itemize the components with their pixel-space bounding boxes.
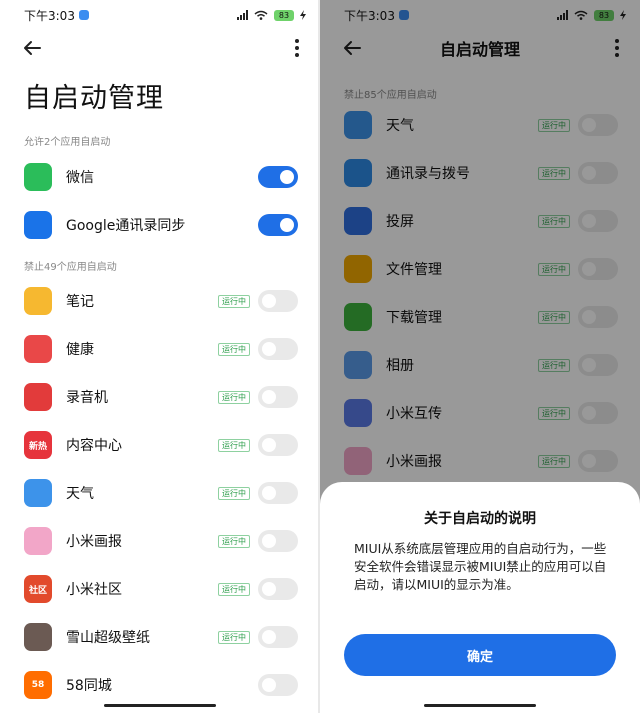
- mi-community-icon: 社区: [24, 575, 52, 603]
- running-badge: 运行中: [218, 534, 250, 548]
- health-icon: [24, 335, 52, 363]
- top-bar: [0, 32, 320, 64]
- app-label: 小米画报: [66, 534, 122, 550]
- app-row[interactable]: 社区 小米社区 运行中: [0, 565, 320, 613]
- app-row[interactable]: 健康 运行中: [0, 325, 320, 373]
- home-indicator[interactable]: [104, 704, 216, 707]
- running-badge: 运行中: [218, 630, 250, 644]
- toggle-knob: [280, 170, 294, 184]
- toggle-knob: [262, 390, 276, 404]
- app-label: Google通讯录同步: [66, 218, 186, 234]
- autostart-toggle[interactable]: [258, 214, 298, 236]
- app-row[interactable]: 天气 运行中: [0, 469, 320, 517]
- toggle-knob: [280, 218, 294, 232]
- wifi-icon: [254, 10, 268, 20]
- app-row[interactable]: 微信: [0, 153, 320, 201]
- app-label: 内容中心: [66, 438, 122, 454]
- app-label: 天气: [66, 486, 94, 502]
- battery-icon: 83: [274, 9, 294, 21]
- autostart-toggle[interactable]: [258, 338, 298, 360]
- app-label: 笔记: [66, 294, 94, 310]
- autostart-toggle[interactable]: [258, 674, 298, 696]
- autostart-toggle[interactable]: [258, 434, 298, 456]
- app-row[interactable]: Google通讯录同步: [0, 201, 320, 249]
- allowed-section-header: 允许2个应用自启动: [24, 137, 111, 148]
- status-bar: 下午3:03 83: [0, 0, 320, 30]
- status-time: 下午3:03: [24, 8, 75, 23]
- home-indicator[interactable]: [424, 704, 536, 707]
- toggle-knob: [262, 438, 276, 452]
- toggle-knob: [262, 534, 276, 548]
- toggle-knob: [262, 486, 276, 500]
- autostart-toggle[interactable]: [258, 578, 298, 600]
- toggle-knob: [262, 630, 276, 644]
- running-badge: 运行中: [218, 342, 250, 356]
- wechat-icon: [24, 163, 52, 191]
- autostart-toggle[interactable]: [258, 482, 298, 504]
- app-row[interactable]: 录音机 运行中: [0, 373, 320, 421]
- content-center-icon: 新热: [24, 431, 52, 459]
- charging-icon: [300, 10, 306, 20]
- left-screen: 下午3:03 83 自启动管理 允许2个应用自启动 微信 Google通讯录同步 …: [0, 0, 320, 713]
- toggle-knob: [262, 582, 276, 596]
- autostart-toggle[interactable]: [258, 290, 298, 312]
- autostart-toggle[interactable]: [258, 386, 298, 408]
- notes-icon: [24, 287, 52, 315]
- app-row[interactable]: 新热 内容中心 运行中: [0, 421, 320, 469]
- signal-icon: [237, 10, 248, 20]
- blocked-section-header: 禁止49个应用自启动: [24, 262, 117, 273]
- app-label: 雪山超级壁纸: [66, 630, 150, 646]
- right-screen: 下午3:03 83 自启动管理 禁止85个应用自启动 天气 运行中 通讯录与拨号 运行…: [320, 0, 640, 713]
- running-badge: 运行中: [218, 390, 250, 404]
- dialog-title: 关于自启动的说明: [424, 511, 536, 527]
- snow-mountain-wallpaper-icon: [24, 623, 52, 651]
- app-row[interactable]: 笔记 运行中: [0, 277, 320, 325]
- running-badge: 运行中: [218, 438, 250, 452]
- screenshot: 下午3:03 83 自启动管理 允许2个应用自启动 微信 Google通讯录同步 …: [0, 0, 640, 713]
- autostart-toggle[interactable]: [258, 530, 298, 552]
- notification-icon: [78, 10, 89, 20]
- weather-icon: [24, 479, 52, 507]
- running-badge: 运行中: [218, 582, 250, 596]
- app-row[interactable]: 58 58同城: [0, 661, 320, 709]
- autostart-toggle[interactable]: [258, 626, 298, 648]
- more-options-icon[interactable]: [292, 37, 302, 59]
- app-row[interactable]: 雪山超级壁纸 运行中: [0, 613, 320, 661]
- autostart-toggle[interactable]: [258, 166, 298, 188]
- confirm-button[interactable]: 确定: [344, 634, 616, 676]
- 58-icon: 58: [24, 671, 52, 699]
- contacts-sync-icon: [24, 211, 52, 239]
- mi-wallpaper-icon: [24, 527, 52, 555]
- app-label: 健康: [66, 342, 94, 358]
- app-label: 微信: [66, 170, 94, 186]
- toggle-knob: [262, 678, 276, 692]
- app-label: 录音机: [66, 390, 108, 406]
- toggle-knob: [262, 294, 276, 308]
- toggle-knob: [262, 342, 276, 356]
- page-title: 自启动管理: [24, 83, 164, 114]
- app-label: 小米社区: [66, 582, 122, 598]
- recorder-icon: [24, 383, 52, 411]
- dialog-message: MIUI从系统底层管理应用的自启动行为，一些安全软件会错误显示被MIUI禁止的应…: [354, 541, 607, 592]
- app-label: 58同城: [66, 678, 112, 694]
- autostart-info-dialog: 关于自启动的说明 MIUI从系统底层管理应用的自启动行为，一些安全软件会错误显示…: [320, 482, 640, 713]
- app-row[interactable]: 小米画报 运行中: [0, 517, 320, 565]
- back-arrow-icon[interactable]: [20, 36, 44, 60]
- running-badge: 运行中: [218, 486, 250, 500]
- running-badge: 运行中: [218, 294, 250, 308]
